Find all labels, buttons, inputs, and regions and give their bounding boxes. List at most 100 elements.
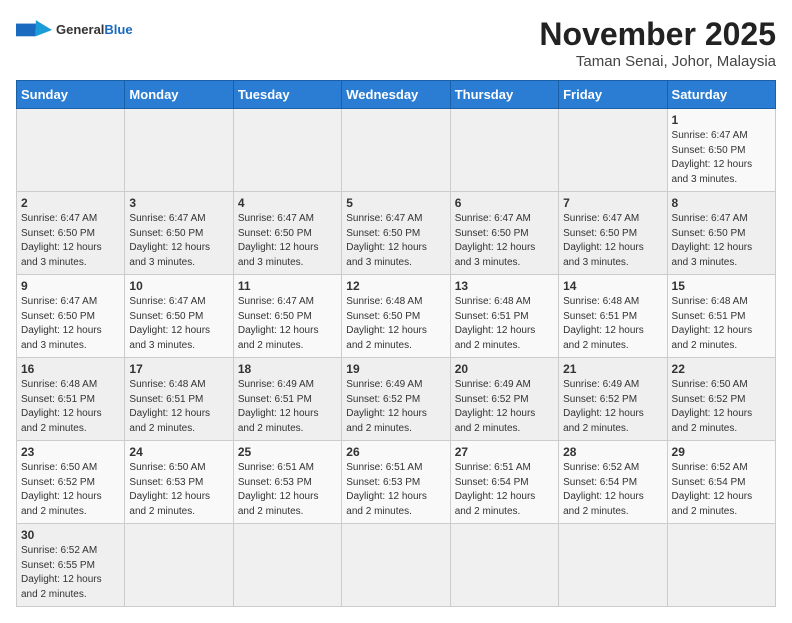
logo-icon: [16, 16, 52, 44]
day-info: Sunrise: 6:47 AM Sunset: 6:50 PM Dayligh…: [238, 295, 337, 353]
day-number: 6: [455, 196, 554, 210]
day-number: 17: [129, 362, 228, 376]
calendar-day-cell: 22 Sunrise: 6:50 AM Sunset: 6:52 PM Dayli…: [667, 358, 775, 441]
day-number: 10: [129, 279, 228, 293]
day-number: 29: [672, 445, 771, 459]
day-number: 23: [21, 445, 120, 459]
day-info: Sunrise: 6:48 AM Sunset: 6:51 PM Dayligh…: [21, 378, 120, 436]
weekday-header-tuesday: Tuesday: [233, 81, 341, 109]
day-info: Sunrise: 6:52 AM Sunset: 6:55 PM Dayligh…: [21, 544, 120, 602]
calendar-day-cell: [342, 524, 450, 607]
calendar-day-cell: 26 Sunrise: 6:51 AM Sunset: 6:53 PM Dayli…: [342, 441, 450, 524]
day-info: Sunrise: 6:47 AM Sunset: 6:50 PM Dayligh…: [672, 129, 771, 187]
calendar-day-cell: 23Sunrise: 6:50 AM Sunset: 6:52 PM Dayli…: [17, 441, 125, 524]
day-number: 19: [346, 362, 445, 376]
day-number: 4: [238, 196, 337, 210]
day-info: Sunrise: 6:52 AM Sunset: 6:54 PM Dayligh…: [563, 461, 662, 519]
calendar-table: SundayMondayTuesdayWednesdayThursdayFrid…: [16, 80, 776, 607]
day-number: 21: [563, 362, 662, 376]
day-number: 8: [672, 196, 771, 210]
logo: GeneralBlue: [16, 16, 133, 44]
calendar-day-cell: 20Sunrise: 6:49 AM Sunset: 6:52 PM Dayli…: [450, 358, 558, 441]
day-number: 5: [346, 196, 445, 210]
location-subtitle: Taman Senai, Johor, Malaysia: [539, 53, 776, 70]
day-info: Sunrise: 6:49 AM Sunset: 6:52 PM Dayligh…: [346, 378, 445, 436]
calendar-day-cell: 12 Sunrise: 6:48 AM Sunset: 6:50 PM Dayli…: [342, 275, 450, 358]
day-info: Sunrise: 6:47 AM Sunset: 6:50 PM Dayligh…: [346, 212, 445, 270]
day-number: 14: [563, 279, 662, 293]
day-info: Sunrise: 6:48 AM Sunset: 6:51 PM Dayligh…: [672, 295, 771, 353]
calendar-day-cell: 21 Sunrise: 6:49 AM Sunset: 6:52 PM Dayli…: [559, 358, 667, 441]
day-number: 22: [672, 362, 771, 376]
calendar-day-cell: [342, 109, 450, 192]
calendar-day-cell: 15 Sunrise: 6:48 AM Sunset: 6:51 PM Dayli…: [667, 275, 775, 358]
calendar-day-cell: [667, 524, 775, 607]
calendar-day-cell: 14 Sunrise: 6:48 AM Sunset: 6:51 PM Dayli…: [559, 275, 667, 358]
calendar-day-cell: 4Sunrise: 6:47 AM Sunset: 6:50 PM Daylig…: [233, 192, 341, 275]
day-info: Sunrise: 6:49 AM Sunset: 6:51 PM Dayligh…: [238, 378, 337, 436]
calendar-week-row: 2Sunrise: 6:47 AM Sunset: 6:50 PM Daylig…: [17, 192, 776, 275]
calendar-day-cell: [17, 109, 125, 192]
day-info: Sunrise: 6:48 AM Sunset: 6:51 PM Dayligh…: [455, 295, 554, 353]
day-number: 18: [238, 362, 337, 376]
calendar-day-cell: 1 Sunrise: 6:47 AM Sunset: 6:50 PM Daylig…: [667, 109, 775, 192]
day-info: Sunrise: 6:47 AM Sunset: 6:50 PM Dayligh…: [455, 212, 554, 270]
calendar-day-cell: 8 Sunrise: 6:47 AM Sunset: 6:50 PM Daylig…: [667, 192, 775, 275]
calendar-day-cell: 6 Sunrise: 6:47 AM Sunset: 6:50 PM Daylig…: [450, 192, 558, 275]
day-number: 15: [672, 279, 771, 293]
day-number: 30: [21, 528, 120, 542]
day-info: Sunrise: 6:47 AM Sunset: 6:50 PM Dayligh…: [129, 295, 228, 353]
day-number: 25: [238, 445, 337, 459]
calendar-day-cell: 29Sunrise: 6:52 AM Sunset: 6:54 PM Dayli…: [667, 441, 775, 524]
day-info: Sunrise: 6:51 AM Sunset: 6:54 PM Dayligh…: [455, 461, 554, 519]
day-number: 7: [563, 196, 662, 210]
day-info: Sunrise: 6:47 AM Sunset: 6:50 PM Dayligh…: [21, 212, 120, 270]
day-info: Sunrise: 6:50 AM Sunset: 6:53 PM Dayligh…: [129, 461, 228, 519]
day-number: 9: [21, 279, 120, 293]
day-number: 1: [672, 113, 771, 127]
day-info: Sunrise: 6:47 AM Sunset: 6:50 PM Dayligh…: [672, 212, 771, 270]
calendar-day-cell: 16 Sunrise: 6:48 AM Sunset: 6:51 PM Dayli…: [17, 358, 125, 441]
calendar-day-cell: [559, 524, 667, 607]
day-info: Sunrise: 6:48 AM Sunset: 6:50 PM Dayligh…: [346, 295, 445, 353]
day-info: Sunrise: 6:49 AM Sunset: 6:52 PM Dayligh…: [455, 378, 554, 436]
calendar-week-row: 30 Sunrise: 6:52 AM Sunset: 6:55 PM Dayli…: [17, 524, 776, 607]
calendar-day-cell: 28 Sunrise: 6:52 AM Sunset: 6:54 PM Dayli…: [559, 441, 667, 524]
day-info: Sunrise: 6:51 AM Sunset: 6:53 PM Dayligh…: [346, 461, 445, 519]
calendar-week-row: 23Sunrise: 6:50 AM Sunset: 6:52 PM Dayli…: [17, 441, 776, 524]
day-number: 3: [129, 196, 228, 210]
calendar-day-cell: 5 Sunrise: 6:47 AM Sunset: 6:50 PM Daylig…: [342, 192, 450, 275]
calendar-day-cell: [125, 109, 233, 192]
calendar-week-row: 16 Sunrise: 6:48 AM Sunset: 6:51 PM Dayli…: [17, 358, 776, 441]
day-number: 12: [346, 279, 445, 293]
day-number: 24: [129, 445, 228, 459]
month-year-title: November 2025: [539, 16, 776, 53]
calendar-day-cell: 7Sunrise: 6:47 AM Sunset: 6:50 PM Daylig…: [559, 192, 667, 275]
calendar-day-cell: 30 Sunrise: 6:52 AM Sunset: 6:55 PM Dayli…: [17, 524, 125, 607]
calendar-day-cell: 3 Sunrise: 6:47 AM Sunset: 6:50 PM Daylig…: [125, 192, 233, 275]
title-area: November 2025 Taman Senai, Johor, Malays…: [539, 16, 776, 70]
calendar-day-cell: 27Sunrise: 6:51 AM Sunset: 6:54 PM Dayli…: [450, 441, 558, 524]
day-number: 16: [21, 362, 120, 376]
calendar-day-cell: 10 Sunrise: 6:47 AM Sunset: 6:50 PM Dayli…: [125, 275, 233, 358]
day-info: Sunrise: 6:47 AM Sunset: 6:50 PM Dayligh…: [21, 295, 120, 353]
calendar-day-cell: 11Sunrise: 6:47 AM Sunset: 6:50 PM Dayli…: [233, 275, 341, 358]
day-number: 26: [346, 445, 445, 459]
day-info: Sunrise: 6:48 AM Sunset: 6:51 PM Dayligh…: [563, 295, 662, 353]
calendar-week-row: 9 Sunrise: 6:47 AM Sunset: 6:50 PM Daylig…: [17, 275, 776, 358]
calendar-header-row: SundayMondayTuesdayWednesdayThursdayFrid…: [17, 81, 776, 109]
calendar-day-cell: 24 Sunrise: 6:50 AM Sunset: 6:53 PM Dayli…: [125, 441, 233, 524]
weekday-header-saturday: Saturday: [667, 81, 775, 109]
calendar-day-cell: [559, 109, 667, 192]
day-info: Sunrise: 6:50 AM Sunset: 6:52 PM Dayligh…: [672, 378, 771, 436]
day-number: 28: [563, 445, 662, 459]
day-info: Sunrise: 6:51 AM Sunset: 6:53 PM Dayligh…: [238, 461, 337, 519]
header: GeneralBlue November 2025 Taman Senai, J…: [16, 16, 776, 70]
day-info: Sunrise: 6:47 AM Sunset: 6:50 PM Dayligh…: [129, 212, 228, 270]
logo-blue: Blue: [104, 22, 132, 37]
weekday-header-friday: Friday: [559, 81, 667, 109]
day-info: Sunrise: 6:49 AM Sunset: 6:52 PM Dayligh…: [563, 378, 662, 436]
calendar-day-cell: 19 Sunrise: 6:49 AM Sunset: 6:52 PM Dayli…: [342, 358, 450, 441]
calendar-day-cell: 18 Sunrise: 6:49 AM Sunset: 6:51 PM Dayli…: [233, 358, 341, 441]
calendar-day-cell: [125, 524, 233, 607]
